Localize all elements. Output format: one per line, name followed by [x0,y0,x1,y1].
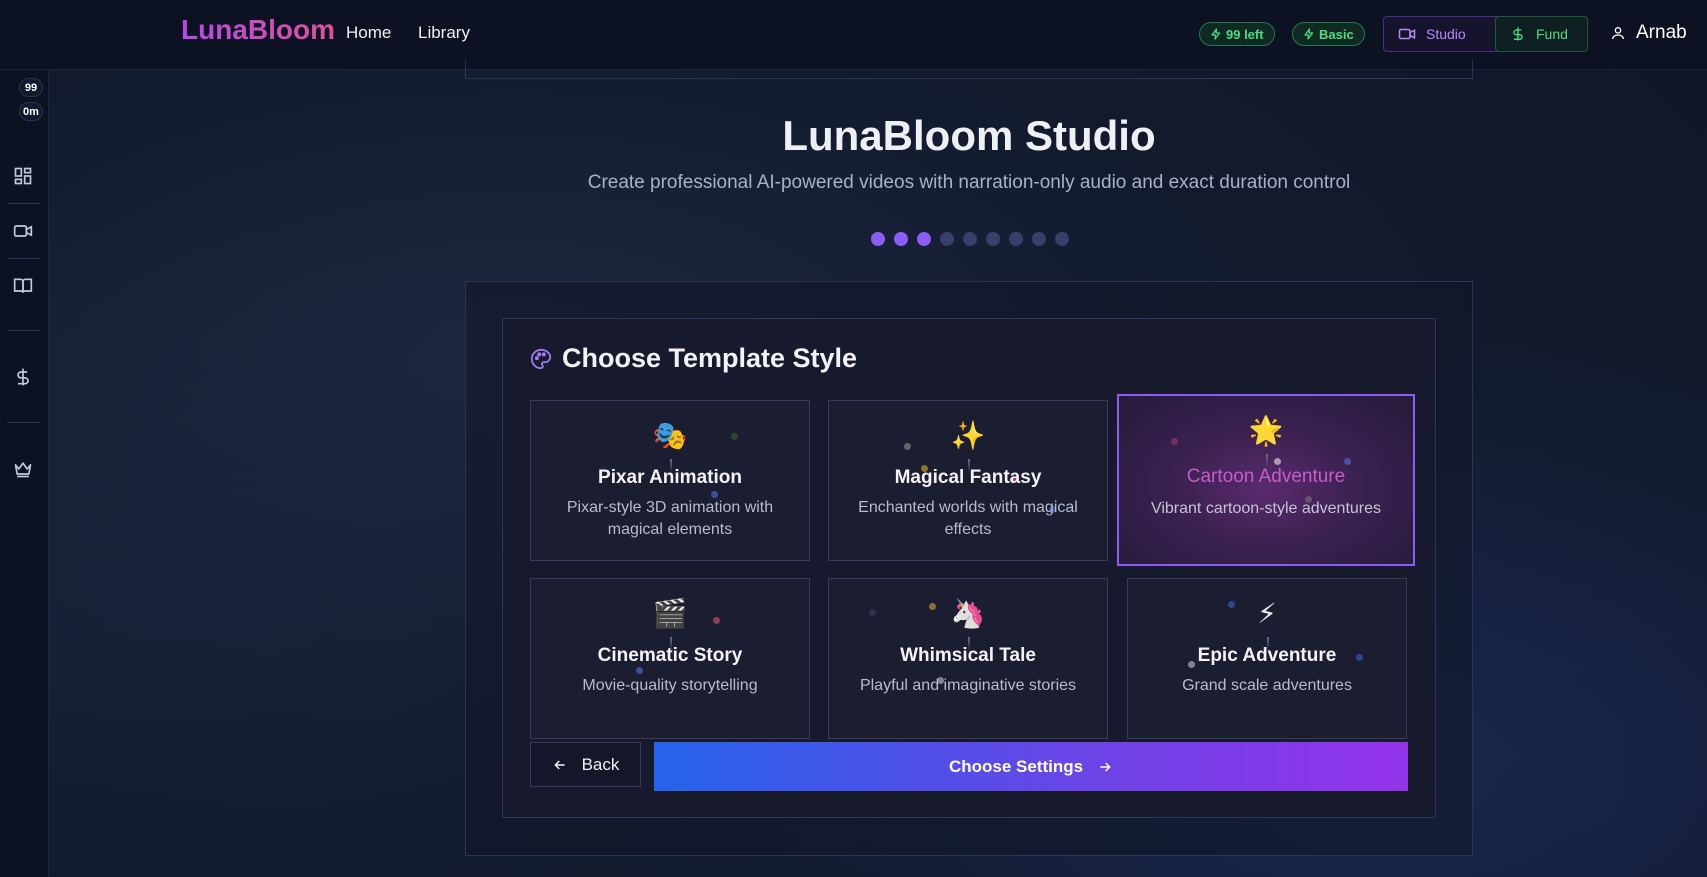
page-subtitle: Create professional AI-powered videos wi… [587,172,1351,193]
user-name: Arnab [1636,22,1687,43]
arrow-left-icon [553,759,565,770]
template-title: Magical Fantasy [894,467,1042,488]
step-dot [1009,232,1023,246]
video-icon[interactable] [13,221,33,241]
fund-label: Fund [1536,26,1568,42]
glowing-star-icon: 🌟 [1248,414,1284,447]
sparkle [1344,458,1351,465]
sidebar-divider [7,330,40,331]
template-title: Cartoon Adventure [1186,466,1346,487]
section-title: Choose Template Style [562,343,858,373]
app-logo[interactable]: LunaBloom [181,14,335,46]
step-dot [1032,232,1046,246]
dashboard-grid-icon[interactable] [13,166,33,186]
template-title: Whimsical Tale [900,645,1036,666]
nav-home-link[interactable]: Home [346,23,391,43]
template-card-pixar-animation[interactable]: 🎭 Pixar Animation Pixar-style 3D animati… [530,400,810,561]
step-dot [986,232,1000,246]
masks-icon: 🎭 [652,419,688,452]
template-card-cinematic-story[interactable]: 🎬 Cinematic Story Movie-quality storytel… [530,578,810,739]
lightning-icon [1304,28,1314,40]
step-progress-dots [871,232,1069,246]
lightning-icon: ⚡ [1257,597,1277,630]
sparkle [636,667,643,674]
user-icon [1612,27,1624,40]
credits-left-label: 99 left [1226,26,1264,42]
step-dot [1055,232,1069,246]
step-dot [894,232,908,246]
template-card-epic-adventure[interactable]: ⚡ Epic Adventure Grand scale adventures [1127,578,1407,739]
template-description: Grand scale adventures [1182,677,1352,694]
template-card-whimsical-tale[interactable]: 🦄 Whimsical Tale Playful and imaginative… [828,578,1108,739]
step-dot [917,232,931,246]
template-description: Playful and imaginative stories [859,677,1077,694]
sparkle [1274,458,1281,465]
template-title: Pixar Animation [598,467,742,488]
choose-settings-button[interactable]: Choose Settings [654,742,1408,791]
fund-button[interactable]: Fund [1495,16,1588,52]
sidebar-divider [7,422,40,423]
sidebar-divider [7,258,40,259]
unicorn-icon: 🦄 [950,597,986,630]
crown-icon[interactable] [13,459,33,479]
dollar-icon [1513,27,1523,41]
minutes-badge: 0m [19,102,43,121]
previous-panel-edge [465,60,1473,79]
arrow-right-icon [1100,761,1111,772]
plan-label: Basic [1319,26,1354,42]
template-description: Pixar-style 3D animation with magical el… [566,499,774,538]
palette-icon [530,348,552,369]
template-description: Vibrant cartoon-style adventures [1150,500,1382,517]
step-dot [940,232,954,246]
credits-left-badge: 99 left [1199,22,1275,46]
book-icon[interactable] [13,276,33,296]
template-description: Movie-quality storytelling [582,677,758,694]
sidebar-divider [7,203,40,204]
sparkles-icon: ✨ [950,419,986,452]
section-header: Choose Template Style [530,343,857,374]
lightning-icon [1211,28,1221,40]
template-title: Cinematic Story [597,645,743,666]
step-dot [871,232,885,246]
dollar-icon[interactable] [13,367,33,387]
choose-settings-label: Choose Settings [948,756,1084,776]
user-menu[interactable]: Arnab [1610,22,1687,44]
sidebar: 99 0m [0,70,49,877]
back-button[interactable]: Back [530,742,641,787]
studio-label: Studio [1426,26,1466,42]
credits-count-badge: 99 [19,78,43,97]
nav-library-link[interactable]: Library [418,23,470,43]
plan-badge: Basic [1292,22,1365,46]
clapper-board-icon: 🎬 [652,597,688,630]
template-title: Epic Adventure [1197,645,1337,666]
page-title: LunaBloom Studio [782,112,1156,159]
video-icon [1398,28,1416,40]
template-description: Enchanted worlds with magical effects [858,499,1078,538]
step-dot [963,232,977,246]
studio-button[interactable]: Studio [1383,16,1500,52]
template-card-magical-fantasy[interactable]: ✨ Magical Fantasy Enchanted worlds with … [828,400,1108,561]
back-label: Back [581,754,620,774]
template-card-cartoon-adventure[interactable]: 🌟 Cartoon Adventure Vibrant cartoon-styl… [1117,394,1415,566]
